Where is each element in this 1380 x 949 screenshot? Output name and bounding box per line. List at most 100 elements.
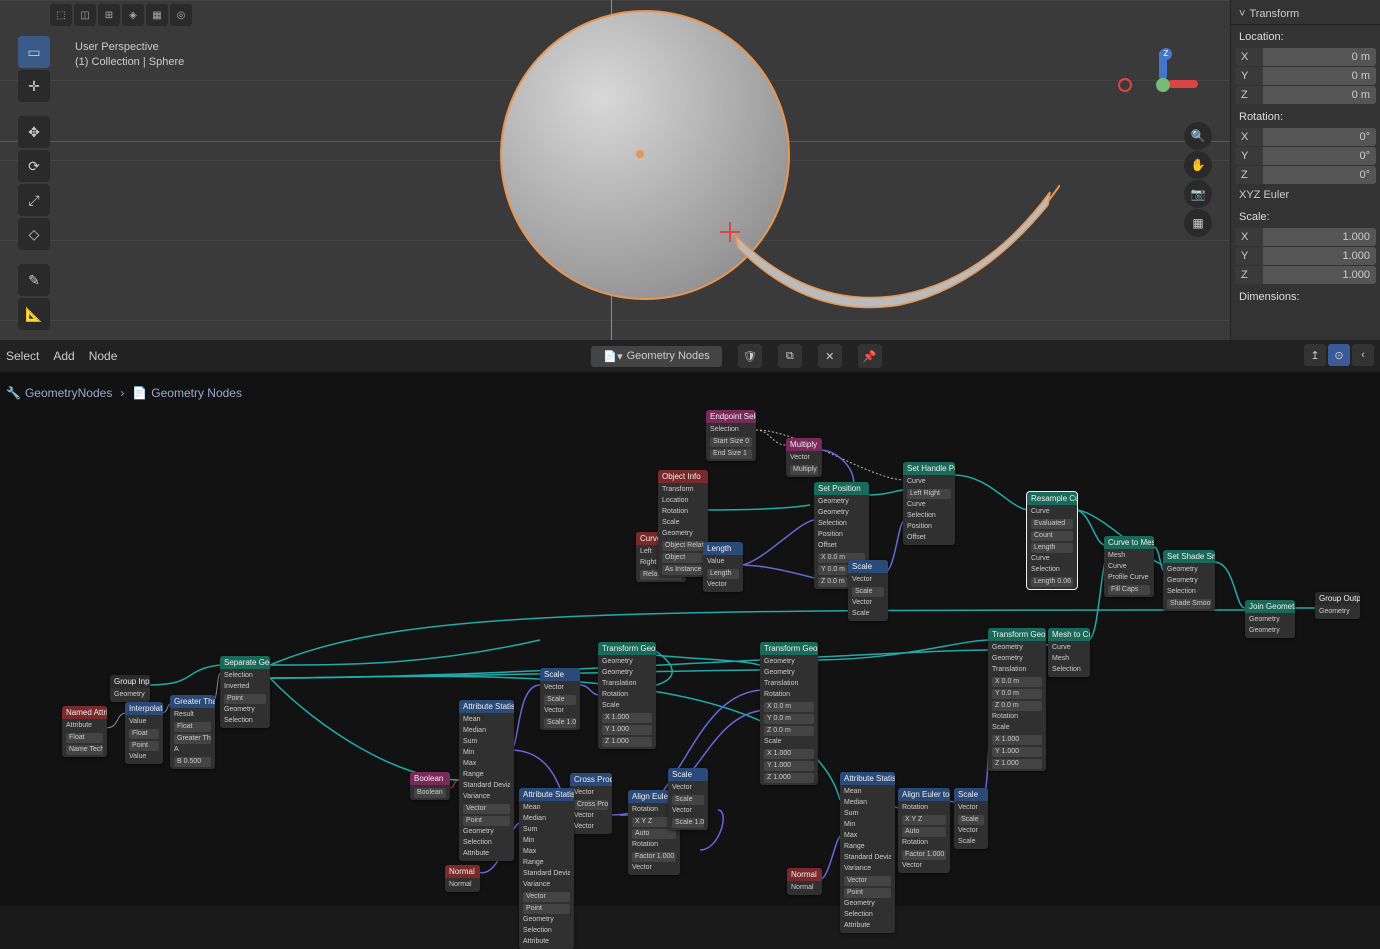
mode-icon[interactable]: ▦ — [146, 4, 168, 26]
location-y[interactable]: Y0 m — [1235, 67, 1376, 85]
select-box-tool[interactable]: ▭ — [18, 36, 50, 68]
node-attribute-statistics-1[interactable]: Attribute StatisticsMeanMedianSumMinMaxR… — [459, 700, 514, 861]
measure-tool[interactable]: 📐 — [18, 298, 50, 330]
node-attribute-statistics-3[interactable]: Attribute StatisticsMeanMedianSumMinMaxR… — [840, 772, 895, 933]
node-group-input[interactable]: Group InputGeometry — [110, 675, 150, 702]
node-align-euler-2[interactable]: Align Euler to VectorRotationX Y ZAutoRo… — [898, 788, 950, 873]
chevron-down-icon: ˅ — [1239, 8, 1245, 20]
scale-y[interactable]: Y1.000 — [1235, 247, 1376, 265]
dimensions-label: Dimensions: — [1231, 285, 1380, 307]
breadcrumb-modifier[interactable]: 🔧GeometryNodes — [6, 386, 112, 400]
modifier-icon: 🔧 — [6, 386, 21, 400]
node-attribute-statistics-2[interactable]: Attribute StatisticsMeanMedianSumMinMaxR… — [519, 788, 574, 949]
rotation-x[interactable]: X0° — [1235, 128, 1376, 146]
z-axis-label: Z — [1160, 48, 1172, 60]
rotate-tool[interactable]: ⟳ — [18, 150, 50, 182]
node-normal-2[interactable]: NormalNormal — [787, 868, 822, 895]
rotation-y[interactable]: Y0° — [1235, 147, 1376, 165]
pan-icon[interactable]: ✋ — [1184, 151, 1212, 179]
shield-icon[interactable]: 🛡 — [738, 344, 762, 368]
mode-icons: ⬚ ◫ ⊞ ◈ ▦ ◎ — [50, 4, 192, 26]
orientation-gizmo[interactable]: Z — [1128, 50, 1198, 120]
node-scale-3[interactable]: ScaleVectorScaleVectorScale 1.000 — [668, 768, 708, 830]
mode-icon[interactable]: ⬚ — [50, 4, 72, 26]
node-scale-4[interactable]: ScaleVectorScaleVectorScale — [954, 788, 988, 849]
node-curve-to-mesh[interactable]: Curve to MeshMeshCurveProfile CurveFill … — [1104, 536, 1154, 597]
menu-add[interactable]: Add — [53, 349, 74, 363]
location-x[interactable]: X0 m — [1235, 48, 1376, 66]
breadcrumb: 🔧GeometryNodes › 📄Geometry Nodes — [0, 386, 248, 400]
x-axis-icon[interactable] — [1168, 80, 1198, 88]
node-greater-than[interactable]: Greater ThanResultFloatGreater ThanAB 0.… — [170, 695, 215, 769]
breadcrumb-tree[interactable]: 📄Geometry Nodes — [132, 386, 242, 400]
location-z[interactable]: Z0 m — [1235, 86, 1376, 104]
node-multiply[interactable]: MultiplyVectorMultiply — [786, 438, 822, 477]
chevron-right-icon: › — [120, 386, 124, 400]
viewport-3d[interactable]: ⬚ ◫ ⊞ ◈ ▦ ◎ User Perspective (1) Collect… — [0, 0, 1230, 340]
pin-icon[interactable]: 📌 — [858, 344, 882, 368]
node-boolean[interactable]: BooleanBoolean — [410, 772, 450, 800]
node-transform-2[interactable]: Transform GeometryGeometryGeometryTransl… — [760, 642, 818, 785]
zoom-icon[interactable]: 🔍 — [1184, 122, 1212, 150]
rotation-mode[interactable]: XYZ Euler — [1231, 185, 1380, 205]
node-editor-header: Select Add Node 📄▾ Geometry Nodes 🛡 ⧉ ✕ … — [0, 340, 1380, 372]
node-interpolate-domain[interactable]: Interpolate DomainValueFloatPointValue — [125, 702, 163, 764]
collection-label: (1) Collection | Sphere — [75, 55, 184, 70]
node-scale-1[interactable]: ScaleVectorScaleVectorScale 1.000 — [540, 668, 580, 730]
node-scale-2[interactable]: ScaleVectorScaleVectorScale — [848, 560, 888, 621]
node-object-info[interactable]: Object InfoTransformLocationRotationScal… — [658, 470, 708, 577]
scale-label: Scale: — [1231, 205, 1380, 227]
toolbar-left: ▭ ✛ ✥ ⟳ ⤢ ◇ ✎ 📐 ＋ — [18, 36, 50, 340]
copy-icon[interactable]: ⧉ — [778, 344, 802, 368]
rotation-label: Rotation: — [1231, 105, 1380, 127]
node-tree-selector[interactable]: 📄▾ Geometry Nodes — [591, 346, 721, 367]
viewport-buttons: 🔍 ✋ 📷 ▦ — [1184, 122, 1212, 237]
node-editor[interactable]: Select Add Node 📄▾ Geometry Nodes 🛡 ⧉ ✕ … — [0, 340, 1380, 906]
node-join-geometry[interactable]: Join GeometryGeometryGeometry — [1245, 600, 1295, 638]
close-icon[interactable]: ✕ — [818, 344, 842, 368]
y-axis-icon[interactable] — [1156, 78, 1170, 92]
move-tool[interactable]: ✥ — [18, 116, 50, 148]
rotation-z[interactable]: Z0° — [1235, 166, 1376, 184]
perspective-label: User Perspective — [75, 40, 184, 55]
chevron-left-icon[interactable]: ‹ — [1352, 344, 1374, 366]
node-mesh-to-curve[interactable]: Mesh to CurveCurveMeshSelection — [1048, 628, 1090, 677]
snap-icon[interactable]: ⊙ — [1328, 344, 1350, 366]
properties-panel: ˅Transform Location: X0 m Y0 m Z0 m Rota… — [1230, 0, 1380, 340]
mode-icon[interactable]: ◎ — [170, 4, 192, 26]
node-length[interactable]: LengthValueLengthVector — [703, 542, 743, 592]
location-label: Location: — [1231, 25, 1380, 47]
menu-select[interactable]: Select — [6, 349, 39, 363]
cursor-3d-icon — [720, 222, 740, 242]
mode-icon[interactable]: ◈ — [122, 4, 144, 26]
node-cross-product[interactable]: Cross ProductVectorCross ProductVectorVe… — [570, 773, 612, 834]
neg-x-axis-icon[interactable] — [1118, 78, 1132, 92]
menu-node[interactable]: Node — [89, 349, 118, 363]
perspective-icon[interactable]: ▦ — [1184, 209, 1212, 237]
node-endpoint-selection[interactable]: Endpoint SelectionSelectionStart Size 0E… — [706, 410, 756, 461]
node-set-handle-positions[interactable]: Set Handle PositionsCurveLeft RightCurve… — [903, 462, 955, 545]
curve-tail[interactable] — [730, 180, 1060, 330]
transform-tool[interactable]: ◇ — [18, 218, 50, 250]
node-tree-icon: 📄▾ — [603, 350, 622, 363]
node-normal-1[interactable]: NormalNormal — [445, 865, 480, 892]
mode-icon[interactable]: ⊞ — [98, 4, 120, 26]
cursor-tool[interactable]: ✛ — [18, 70, 50, 102]
transform-panel-header[interactable]: ˅Transform — [1231, 4, 1380, 25]
camera-icon[interactable]: 📷 — [1184, 180, 1212, 208]
mode-icon[interactable]: ◫ — [74, 4, 96, 26]
viewport-info: User Perspective (1) Collection | Sphere — [75, 40, 184, 71]
node-canvas[interactable]: Group InputGeometry Named AttributeAttri… — [0, 410, 1380, 906]
scale-tool[interactable]: ⤢ — [18, 184, 50, 216]
arrow-up-icon[interactable]: ↥ — [1304, 344, 1326, 366]
node-group-output[interactable]: Group OutputGeometry — [1315, 592, 1360, 619]
node-transform-1[interactable]: Transform GeometryGeometryGeometryTransl… — [598, 642, 656, 749]
node-resample-curve[interactable]: Resample CurveCurveEvaluatedCountLengthC… — [1027, 492, 1077, 589]
scale-z[interactable]: Z1.000 — [1235, 266, 1376, 284]
node-named-attribute[interactable]: Named AttributeAttributeFloatName Techni… — [62, 706, 107, 757]
annotate-tool[interactable]: ✎ — [18, 264, 50, 296]
node-set-shade-smooth[interactable]: Set Shade SmoothGeometryGeometrySelectio… — [1163, 550, 1215, 611]
node-separate-geometry[interactable]: Separate GeometrySelectionInvertedPointG… — [220, 656, 270, 728]
scale-x[interactable]: X1.000 — [1235, 228, 1376, 246]
node-transform-3[interactable]: Transform GeometryGeometryGeometryTransl… — [988, 628, 1046, 771]
